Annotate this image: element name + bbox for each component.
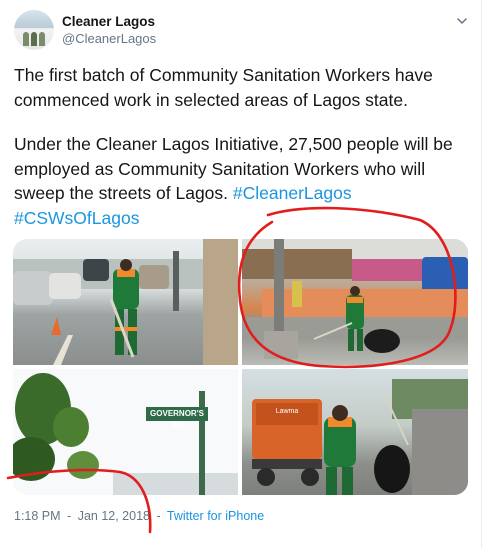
photo-4-scene	[252, 379, 468, 495]
photo-worker-collecting-waste[interactable]	[242, 239, 468, 365]
media-grid: GOVERNOR'S RD Lawma	[13, 239, 468, 495]
tweet-text: The first batch of Community Sanitation …	[14, 63, 469, 230]
author-names[interactable]: Cleaner Lagos @CleanerLagos	[62, 13, 156, 47]
photo-worker-with-truck[interactable]: Lawma	[242, 369, 468, 495]
tweet-card: Cleaner Lagos @CleanerLagos The first ba…	[0, 0, 482, 548]
meta-separator: -	[156, 509, 161, 523]
tweet-time[interactable]: 1:18 PM	[14, 509, 61, 523]
avatar-figure	[39, 32, 45, 46]
tweet-paragraph-2: Under the Cleaner Lagos Initiative, 27,5…	[14, 132, 469, 230]
hashtag-link-cswsoflagos[interactable]: #CSWsOfLagos	[14, 208, 139, 228]
tweet-meta: 1:18 PM - Jan 12, 2018 - Twitter for iPh…	[14, 508, 264, 524]
display-name[interactable]: Cleaner Lagos	[62, 13, 156, 30]
tweet-source-link[interactable]: Twitter for iPhone	[167, 509, 264, 523]
user-handle[interactable]: @CleanerLagos	[62, 30, 156, 47]
photo-2-scene	[242, 239, 468, 359]
photo-1-scene	[13, 239, 238, 365]
meta-separator: -	[67, 509, 72, 523]
tweet-date[interactable]: Jan 12, 2018	[78, 509, 150, 523]
truck-lettering: Lawma	[275, 408, 299, 415]
hashtag-link-cleanerlagos[interactable]: #CleanerLagos	[233, 183, 352, 203]
chevron-down-icon[interactable]	[457, 16, 467, 26]
street-sign: GOVERNOR'S RD	[150, 409, 204, 430]
photo-3-scene	[13, 373, 238, 495]
tweet-paragraph-1: The first batch of Community Sanitation …	[14, 65, 433, 110]
avatar-figure	[31, 32, 37, 46]
avatar-figure	[23, 32, 29, 46]
photo-worker-sweeping-road[interactable]	[13, 239, 238, 365]
tweet-header: Cleaner Lagos @CleanerLagos	[14, 10, 469, 54]
photo-street-sign-trees[interactable]: GOVERNOR'S RD	[13, 369, 238, 495]
avatar[interactable]	[14, 10, 54, 50]
